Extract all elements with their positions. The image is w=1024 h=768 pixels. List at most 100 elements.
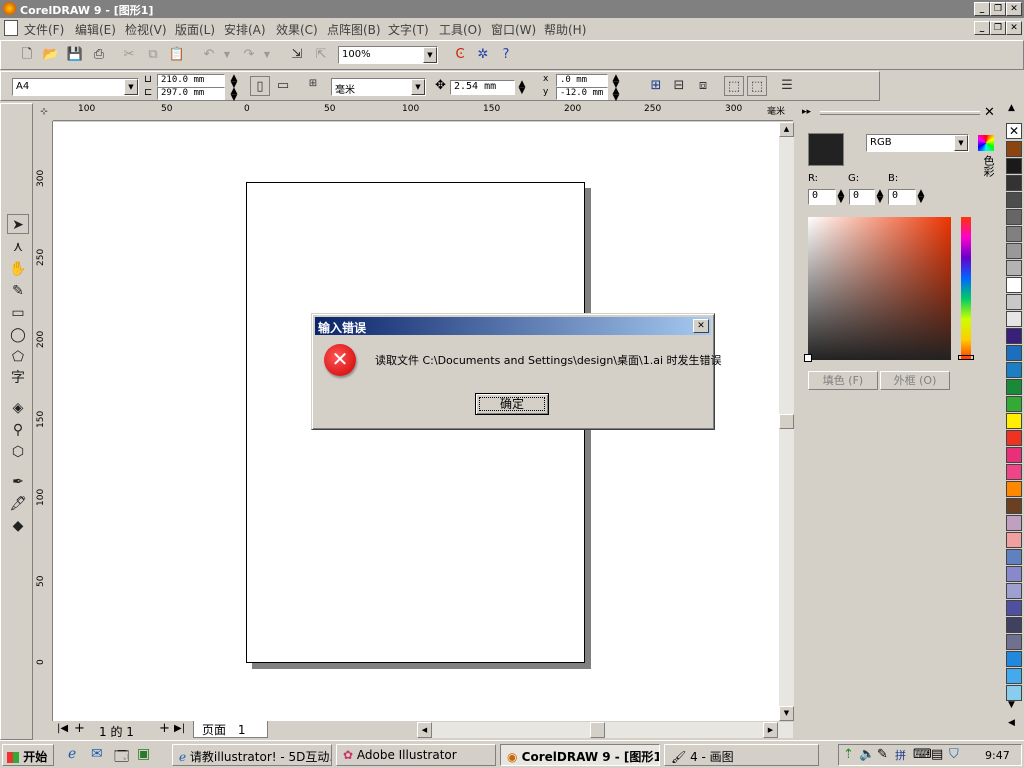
portrait-icon[interactable]: ▯ bbox=[250, 76, 270, 96]
menu-bitmaps[interactable]: 点阵图(B) bbox=[327, 21, 381, 38]
ellipse-tool-icon[interactable]: ◯ bbox=[7, 325, 29, 345]
redo-dropdown-icon[interactable]: ▼ bbox=[257, 45, 277, 65]
outline-tool-icon[interactable]: 🖋 bbox=[7, 494, 29, 514]
scroll-right-icon[interactable]: ▶ bbox=[763, 722, 778, 738]
zoom-tool-icon[interactable]: ✋ bbox=[7, 259, 29, 279]
menu-window[interactable]: 窗口(W) bbox=[491, 21, 536, 38]
color-swatch[interactable] bbox=[1006, 430, 1022, 446]
units-select[interactable]: 毫米 ▼ bbox=[331, 78, 426, 96]
g-field[interactable]: 0 bbox=[849, 189, 875, 205]
dialog-close-icon[interactable]: ✕ bbox=[693, 319, 709, 333]
close-icon[interactable]: ✕ bbox=[1006, 2, 1022, 16]
color-swatch[interactable] bbox=[1006, 192, 1022, 208]
color-wheel-icon[interactable] bbox=[978, 135, 994, 151]
color-swatch[interactable] bbox=[1006, 141, 1022, 157]
menu-effects[interactable]: 效果(C) bbox=[276, 21, 318, 38]
dialog-title-bar[interactable]: 输入错误 ✕ bbox=[315, 317, 711, 335]
menu-text[interactable]: 文字(T) bbox=[388, 21, 429, 38]
add-page-after-icon[interactable]: + bbox=[159, 721, 170, 736]
color-swatch[interactable] bbox=[1006, 294, 1022, 310]
color-swatch[interactable] bbox=[1006, 532, 1022, 548]
page-layout-icon[interactable]: ⊞ bbox=[303, 74, 323, 94]
task-coreldraw[interactable]: ◉ CorelDRAW 9 - [图形1] bbox=[500, 744, 660, 766]
palette-flyout-icon[interactable]: ◀ bbox=[1008, 718, 1015, 728]
color-swatch[interactable] bbox=[1006, 226, 1022, 242]
snap-objects-icon[interactable]: ⧈ bbox=[693, 76, 713, 96]
scroll-palette-up-icon[interactable]: ▲ bbox=[1008, 103, 1015, 113]
duplicate-x-field[interactable]: .0 mm bbox=[556, 74, 608, 87]
cut-icon[interactable]: ✂ bbox=[119, 45, 139, 65]
redo-icon[interactable]: ↷ bbox=[239, 45, 259, 65]
task-browser[interactable]: ℯ 请教illustrator! - 5D互动... bbox=[172, 744, 332, 766]
scroll-up-icon[interactable]: ▲ bbox=[779, 122, 794, 137]
r-field[interactable]: 0 bbox=[808, 189, 836, 205]
scroll-left-icon[interactable]: ◀ bbox=[417, 722, 432, 738]
export-icon[interactable]: ⇱ bbox=[311, 45, 331, 65]
options-icon[interactable]: ☰ bbox=[777, 76, 797, 96]
paper-size-select[interactable]: A4 ▼ bbox=[12, 78, 139, 96]
text-tool-icon[interactable]: 字 bbox=[7, 368, 29, 388]
hue-slider[interactable] bbox=[961, 217, 971, 360]
polygon-tool-icon[interactable]: ⬠ bbox=[7, 347, 29, 367]
height-spinner-icon[interactable]: ▲ ▼ bbox=[229, 87, 239, 103]
last-page-icon[interactable]: ▶| bbox=[174, 723, 185, 734]
quicklaunch-outlook-icon[interactable]: ✉ bbox=[91, 746, 103, 762]
tray-display-icon[interactable]: ▤ bbox=[931, 747, 943, 762]
freehand-tool-icon[interactable]: ✎ bbox=[7, 281, 29, 301]
quicklaunch-ie-icon[interactable]: ℯ bbox=[68, 746, 76, 762]
add-page-icon[interactable]: + bbox=[74, 721, 85, 736]
tray-pen-icon[interactable]: ✎ bbox=[877, 747, 888, 762]
task-paint[interactable]: 🖌 4 - 画图 bbox=[664, 744, 819, 766]
color-swatch[interactable] bbox=[1006, 362, 1022, 378]
tray-ime-icon[interactable]: 拼 bbox=[895, 747, 906, 763]
task-illustrator[interactable]: ✿ Adobe Illustrator bbox=[336, 744, 496, 766]
restore-icon[interactable]: ❐ bbox=[990, 2, 1006, 16]
open-icon[interactable]: 📂 bbox=[41, 45, 61, 65]
color-swatch[interactable] bbox=[1006, 311, 1022, 327]
color-swatch[interactable] bbox=[1006, 328, 1022, 344]
no-color-swatch[interactable]: ✕ bbox=[1006, 123, 1022, 139]
color-swatch[interactable] bbox=[1006, 277, 1022, 293]
docker-expand-icon[interactable]: ▸▸ bbox=[802, 107, 811, 117]
zoom-select[interactable]: 100% ▼ bbox=[338, 46, 438, 64]
scroll-palette-down-icon[interactable]: ▼ bbox=[1008, 700, 1015, 710]
tray-shield-icon[interactable]: ⛉ bbox=[949, 747, 959, 762]
paste-icon[interactable]: 📋 bbox=[167, 45, 187, 65]
interactive-fill-icon[interactable]: ◈ bbox=[7, 398, 29, 418]
scroll-down-icon[interactable]: ▼ bbox=[779, 706, 794, 721]
new-icon[interactable]: 🗋 bbox=[17, 45, 37, 65]
outline-button[interactable]: 外框 (O) bbox=[880, 371, 950, 390]
color-swatch[interactable] bbox=[1006, 515, 1022, 531]
shape-tool-icon[interactable]: ⋏ bbox=[7, 237, 29, 257]
menu-view[interactable]: 检视(V) bbox=[125, 21, 167, 38]
guidelines-icon[interactable]: ⊟ bbox=[669, 76, 689, 96]
scroll-thumb[interactable] bbox=[779, 414, 794, 429]
menu-arrange[interactable]: 安排(A) bbox=[224, 21, 266, 38]
color-swatch[interactable] bbox=[1006, 617, 1022, 633]
color-model-select[interactable]: RGB ▼ bbox=[866, 134, 969, 152]
r-spinner-icon[interactable]: ▲ ▼ bbox=[836, 189, 846, 205]
color-swatch[interactable] bbox=[1006, 583, 1022, 599]
color-swatch[interactable] bbox=[1006, 175, 1022, 191]
color-swatch[interactable] bbox=[1006, 481, 1022, 497]
minimize-icon[interactable]: _ bbox=[974, 2, 990, 16]
menu-help[interactable]: 帮助(H) bbox=[544, 21, 586, 38]
color-swatch[interactable] bbox=[1006, 549, 1022, 565]
quicklaunch-media-icon[interactable]: ▣ bbox=[137, 746, 150, 762]
copy-icon[interactable]: ⧉ bbox=[143, 45, 163, 65]
color-swatch[interactable] bbox=[1006, 464, 1022, 480]
tray-app-icon[interactable]: ⌨ bbox=[913, 747, 932, 762]
paper-height-field[interactable]: 297.0 mm bbox=[157, 87, 225, 100]
application-launcher-icon[interactable]: Ͼ bbox=[450, 45, 470, 65]
color-swatch[interactable] bbox=[1006, 379, 1022, 395]
eyedropper-tool-icon[interactable]: ✒ bbox=[7, 472, 29, 492]
color-swatch[interactable] bbox=[1006, 634, 1022, 650]
duplicate-y-field[interactable]: -12.0 mm bbox=[556, 87, 608, 100]
rectangle-tool-icon[interactable]: ▭ bbox=[7, 303, 29, 323]
undo-icon[interactable]: ↶ bbox=[199, 45, 219, 65]
corel-tutor-icon[interactable]: ✲ bbox=[473, 45, 493, 65]
color-swatch[interactable] bbox=[1006, 260, 1022, 276]
color-swatch[interactable] bbox=[1006, 413, 1022, 429]
ok-button[interactable]: 确定 bbox=[475, 393, 549, 415]
nudge-field[interactable]: 2.54 mm bbox=[450, 80, 515, 95]
